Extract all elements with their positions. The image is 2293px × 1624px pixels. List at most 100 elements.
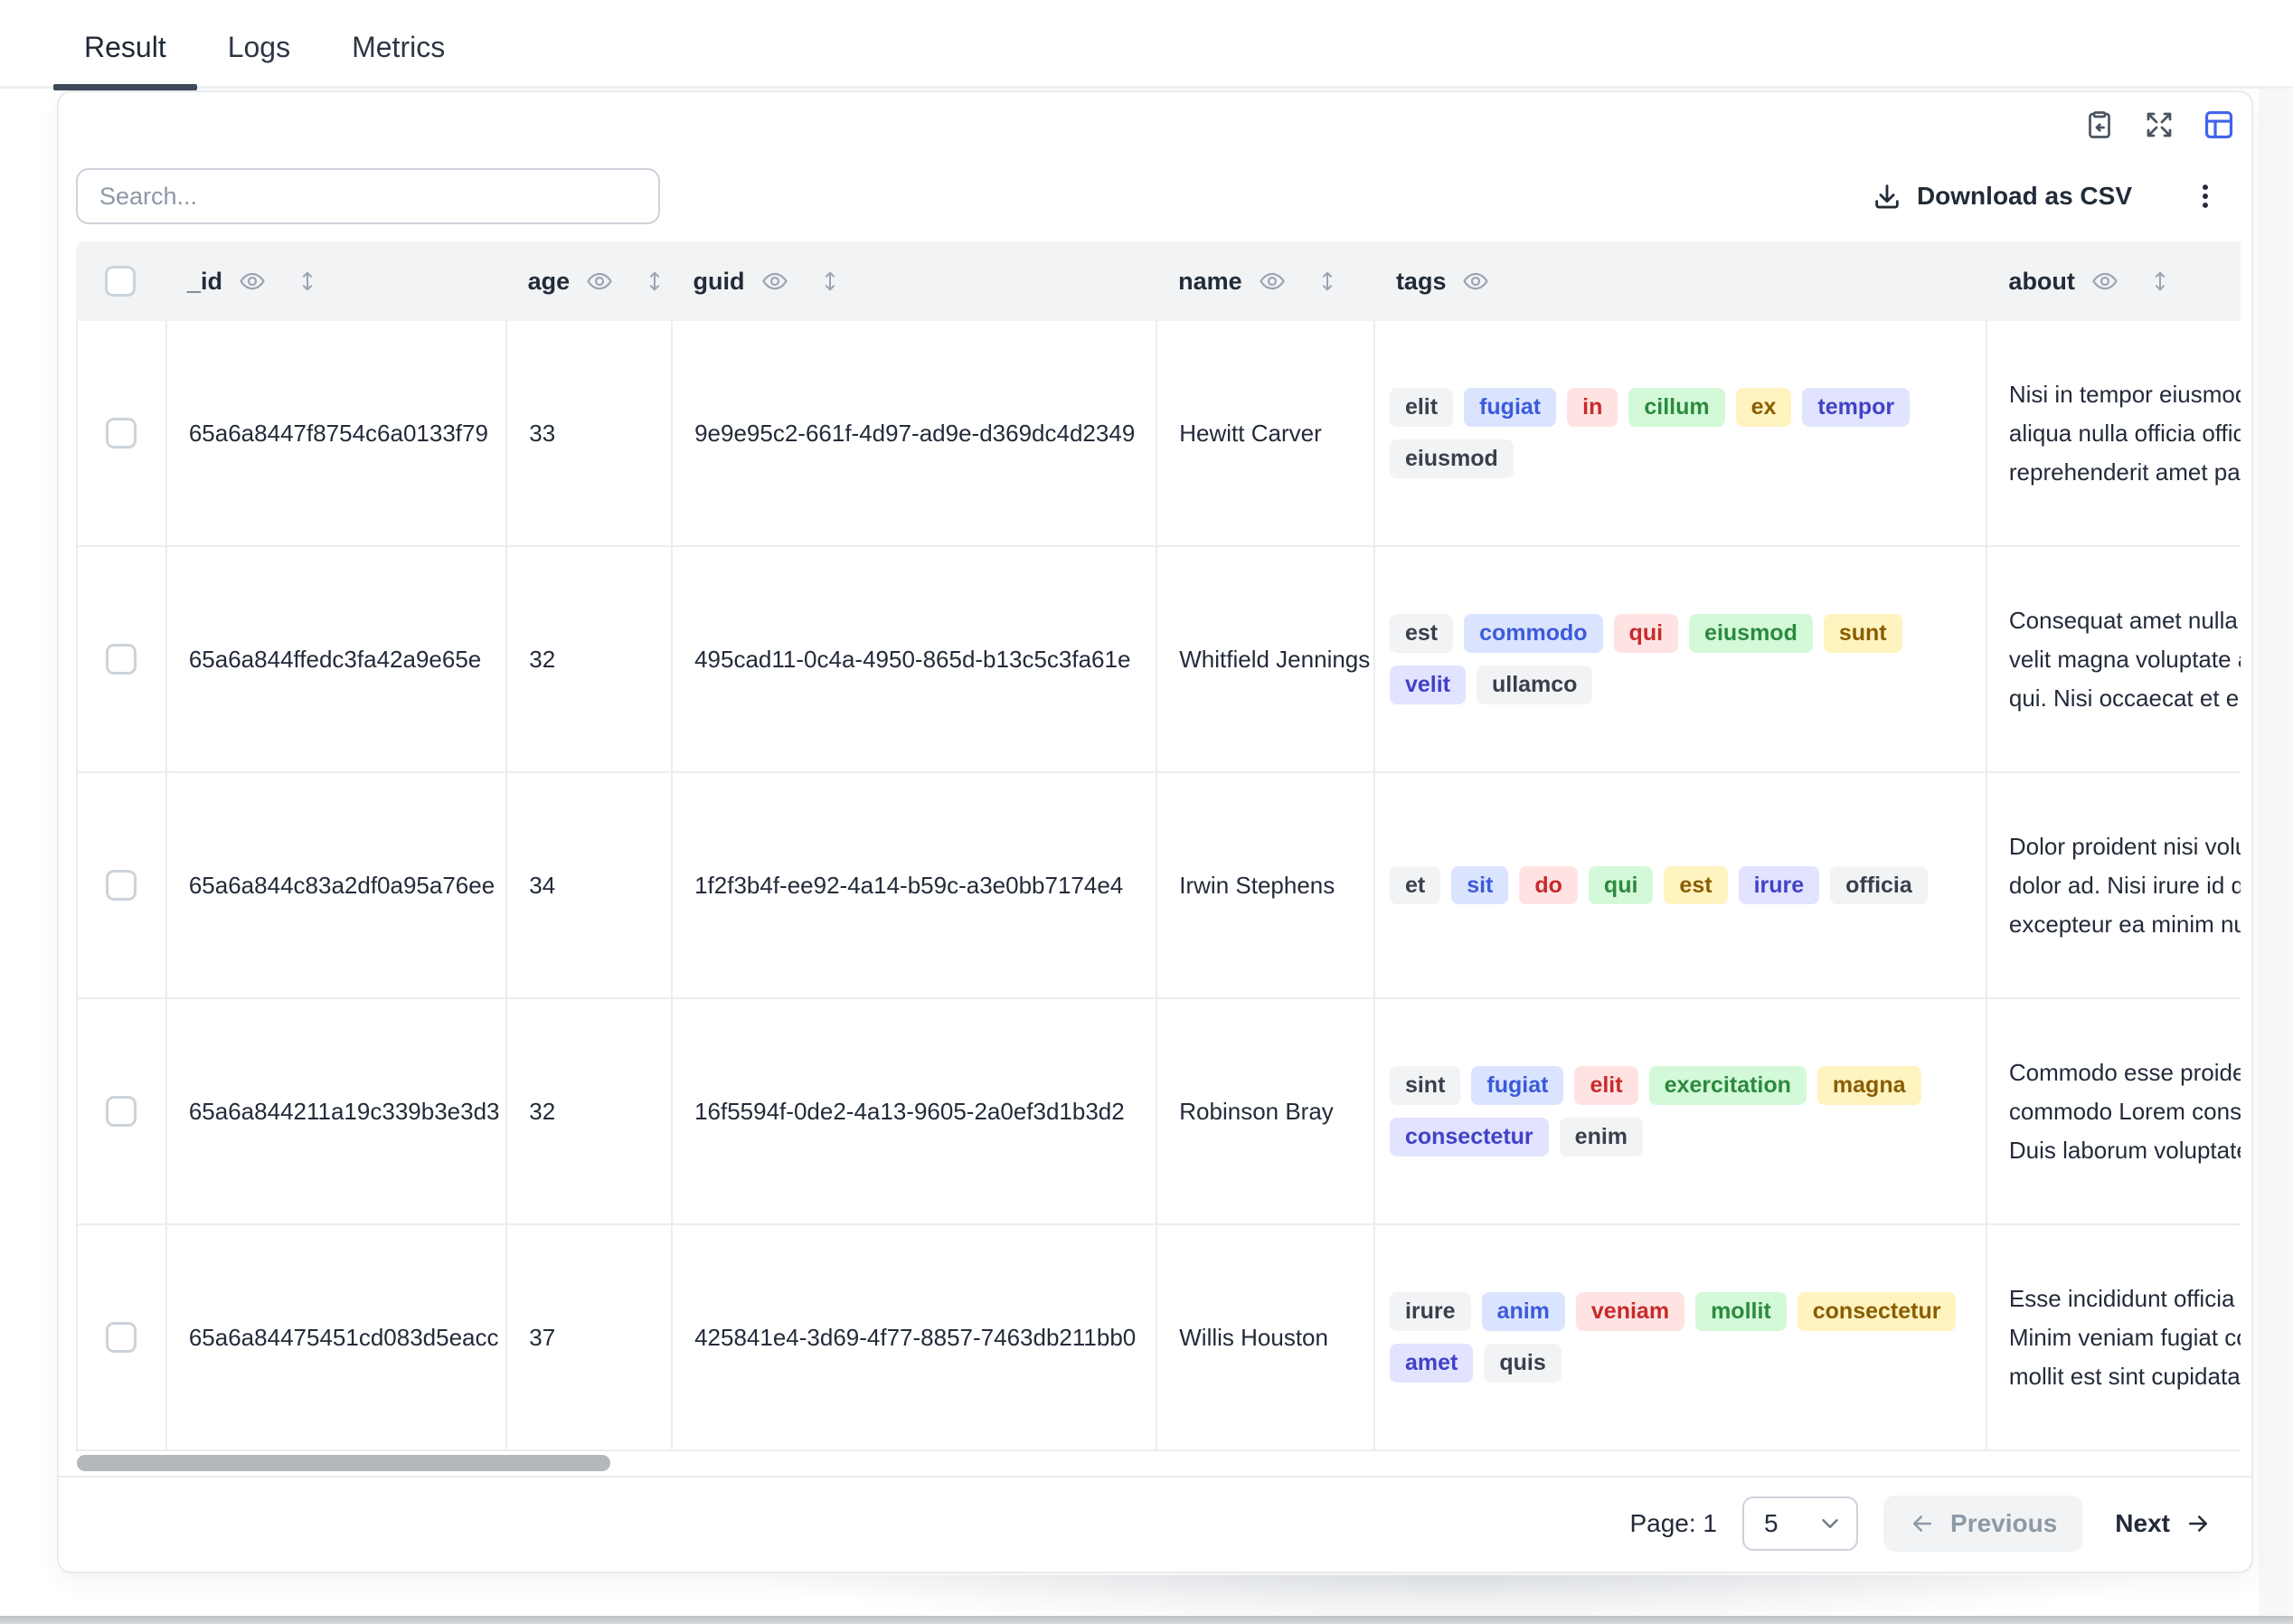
table-layout-icon[interactable] (2201, 107, 2237, 143)
cell-guid: 1f2f3b4f-ee92-4a14-b59c-a3e0bb7174e4 (673, 773, 1157, 997)
about-text-line: dolor ad. Nisi irure id quis e (2009, 866, 2241, 905)
column-label: _id (187, 268, 222, 296)
tag-badge: enim (1560, 1118, 1643, 1157)
row-checkbox[interactable] (106, 870, 137, 901)
tag-badge: eiusmod (1689, 614, 1813, 653)
tab-logs[interactable]: Logs (197, 0, 321, 88)
search-input[interactable] (76, 168, 660, 224)
about-text-line: velit magna voluptate aliqu (2009, 640, 2241, 679)
row-checkbox[interactable] (106, 418, 137, 448)
tag-badge: elit (1574, 1066, 1637, 1105)
tag-badge: ex (1736, 388, 1792, 427)
cell-about: Dolor proident nisi voluptat dolor ad. N… (1987, 773, 2241, 997)
cell-about: Nisi in tempor eiusmod null aliqua nulla… (1987, 321, 2241, 545)
cell-name: Irwin Stephens (1157, 773, 1375, 997)
pagination: Page: 1 5 Previous Next (1629, 1478, 2219, 1570)
cell-tags: est commodo qui eiusmod sunt velit ullam… (1375, 547, 1987, 771)
next-page-button[interactable]: Next (2108, 1509, 2219, 1538)
kebab-menu-icon[interactable] (2190, 181, 2221, 212)
tag-badge: tempor (1802, 388, 1910, 427)
sort-icon[interactable] (817, 269, 843, 294)
previous-page-button[interactable]: Previous (1883, 1496, 2082, 1552)
cell-about: Esse incididunt officia adip Minim venia… (1987, 1225, 2241, 1449)
sort-icon[interactable] (295, 269, 320, 294)
page-right-gutter (2259, 88, 2293, 1624)
about-text-line: Minim veniam fugiat comm (2009, 1318, 2241, 1357)
bottom-edge-bar (0, 1616, 2293, 1624)
cell-tags: irure anim veniam mollit consectetur ame… (1375, 1225, 1987, 1449)
eye-icon[interactable] (1462, 268, 1489, 295)
maximize-icon[interactable] (2141, 107, 2177, 143)
tag-badge: fugiat (1464, 388, 1556, 427)
previous-label: Previous (1950, 1509, 2057, 1538)
chevron-down-icon (1816, 1510, 1844, 1537)
row-select-cell (78, 773, 167, 997)
page-size-value: 5 (1764, 1509, 1779, 1538)
about-text-line: reprehenderit amet pariatu (2009, 453, 2241, 492)
cell-id: 65a6a8447f8754c6a0133f79 (167, 321, 507, 545)
tag-badge: commodo (1464, 614, 1602, 653)
eye-icon[interactable] (239, 268, 266, 295)
row-select-cell (78, 547, 167, 771)
cell-id: 65a6a844ffedc3fa42a9e65e (167, 547, 507, 771)
panel-toolbar-icons (2081, 107, 2237, 143)
select-all-cell (76, 241, 165, 321)
page-size-select[interactable]: 5 (1742, 1497, 1858, 1551)
eye-icon[interactable] (761, 268, 788, 295)
cell-tags: sint fugiat elit exercitation magna cons… (1375, 999, 1987, 1223)
table-row: 65a6a84475451cd083d5eacc 37 425841e4-3d6… (78, 1225, 2241, 1451)
tag-badge: exercitation (1649, 1066, 1807, 1105)
cell-name: Hewitt Carver (1157, 321, 1375, 545)
row-checkbox[interactable] (106, 644, 137, 675)
eye-icon[interactable] (2091, 268, 2118, 295)
select-all-checkbox[interactable] (105, 266, 136, 297)
sort-icon[interactable] (1315, 269, 1340, 294)
column-header-name[interactable]: name (1156, 241, 1374, 321)
tag-badge: velit (1390, 666, 1466, 704)
tag-badge: et (1390, 866, 1440, 905)
tag-badge: consectetur (1390, 1118, 1549, 1157)
sort-icon[interactable] (2147, 269, 2173, 294)
column-header-guid[interactable]: guid (672, 241, 1157, 321)
eye-icon[interactable] (586, 268, 613, 295)
cell-age: 32 (507, 547, 673, 771)
eye-icon[interactable] (1259, 268, 1286, 295)
page-indicator: Page: 1 (1629, 1509, 1717, 1538)
column-label: age (528, 268, 571, 296)
cell-id: 65a6a844211a19c339b3e3d3 (167, 999, 507, 1223)
copy-to-clipboard-icon[interactable] (2081, 107, 2118, 143)
cell-guid: 425841e4-3d69-4f77-8857-7463db211bb0 (673, 1225, 1157, 1449)
row-checkbox[interactable] (106, 1096, 137, 1127)
tag-badge: est (1390, 614, 1453, 653)
cell-guid: 9e9e95c2-661f-4d97-ad9e-d369dc4d2349 (673, 321, 1157, 545)
tag-badge: est (1664, 866, 1727, 905)
download-csv-button[interactable]: Download as CSV (1872, 181, 2132, 212)
table-row: 65a6a844c83a2df0a95a76ee 34 1f2f3b4f-ee9… (78, 773, 2241, 999)
result-tabs: Result Logs Metrics (53, 0, 476, 88)
about-text-line: excepteur ea minim nulla u (2009, 905, 2241, 944)
download-csv-label: Download as CSV (1917, 182, 2132, 211)
arrow-left-icon (1909, 1510, 1936, 1537)
tab-metrics[interactable]: Metrics (321, 0, 476, 88)
next-label: Next (2115, 1509, 2170, 1538)
tag-badge: magna (1817, 1066, 1921, 1105)
tag-badge: sunt (1824, 614, 1902, 653)
cell-guid: 16f5594f-0de2-4a13-9605-2a0ef3d1b3d2 (673, 999, 1157, 1223)
column-header-tags[interactable]: tags (1374, 241, 1986, 321)
tag-badge: irure (1739, 866, 1820, 905)
tag-badge: mollit (1695, 1292, 1787, 1331)
column-header-about[interactable]: about (1986, 241, 2241, 321)
horizontal-scrollbar[interactable] (77, 1455, 610, 1471)
column-header-id[interactable]: _id (165, 241, 506, 321)
result-panel: Download as CSV _id (57, 90, 2253, 1573)
row-checkbox[interactable] (106, 1322, 137, 1353)
tag-badge: consectetur (1798, 1292, 1957, 1331)
about-text-line: mollit est sint cupidatat. De (2009, 1357, 2241, 1396)
row-select-cell (78, 321, 167, 545)
cell-about: Consequat amet nulla sit a velit magna v… (1987, 547, 2241, 771)
sort-icon[interactable] (642, 269, 667, 294)
tab-result[interactable]: Result (53, 0, 197, 88)
cell-name: Robinson Bray (1157, 999, 1375, 1223)
cell-age: 34 (507, 773, 673, 997)
column-header-age[interactable]: age (506, 241, 672, 321)
